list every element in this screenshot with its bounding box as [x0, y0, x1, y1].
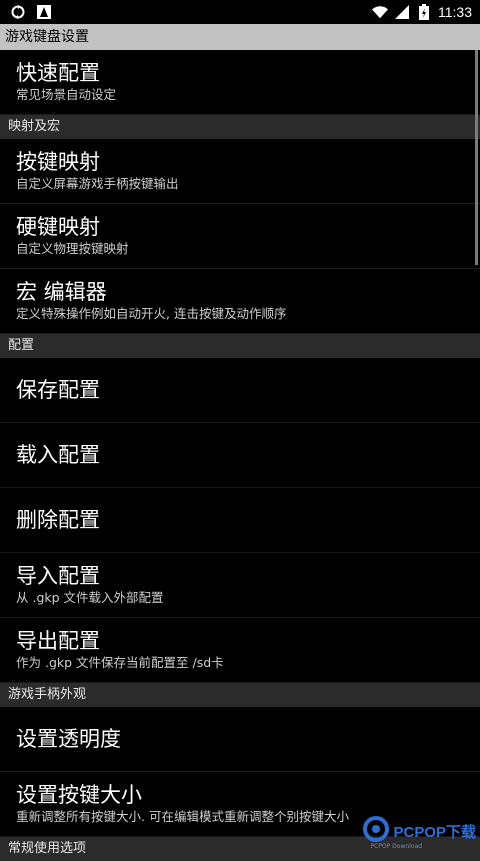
quick-config-item[interactable]: 快速配置 常见场景自动设定 — [0, 50, 480, 115]
battery-icon — [416, 4, 432, 20]
item-title: 硬键映射 — [16, 215, 100, 239]
section-header-mapping: 映射及宏 — [0, 115, 480, 139]
watermark-logo-icon — [363, 816, 390, 846]
settings-list[interactable]: 快速配置 常见场景自动设定 映射及宏 按键映射 自定义屏幕游戏手柄按键输出 硬键… — [0, 50, 480, 861]
section-header-config: 配置 — [0, 334, 480, 358]
item-subtitle: 自定义屏幕游戏手柄按键输出 — [16, 176, 179, 191]
item-subtitle: 定义特殊操作例如自动开火, 连击按键及动作顺序 — [16, 306, 287, 321]
item-title: 按键映射 — [16, 150, 100, 174]
app-icon — [36, 4, 52, 20]
item-subtitle: 常见场景自动设定 — [16, 87, 117, 102]
item-title: 宏 编辑器 — [16, 280, 107, 304]
item-subtitle: 从 .gkp 文件载入外部配置 — [16, 590, 164, 605]
status-bar: 11:33 — [0, 0, 480, 24]
save-config-item[interactable]: 保存配置 — [0, 358, 480, 423]
item-subtitle: 作为 .gkp 文件保存当前配置至 /sd卡 — [16, 655, 224, 670]
signal-icon — [394, 4, 410, 20]
clock: 11:33 — [438, 4, 472, 20]
item-subtitle: 自定义物理按键映射 — [16, 241, 129, 256]
item-title: 载入配置 — [16, 443, 100, 467]
item-title: 导出配置 — [16, 629, 100, 653]
hard-key-mapping-item[interactable]: 硬键映射 自定义物理按键映射 — [0, 204, 480, 269]
import-config-item[interactable]: 导入配置 从 .gkp 文件载入外部配置 — [0, 553, 480, 618]
item-title: 设置透明度 — [16, 727, 121, 751]
item-title: 设置按键大小 — [16, 783, 142, 807]
scrollbar[interactable] — [475, 50, 478, 265]
delete-config-item[interactable]: 删除配置 — [0, 488, 480, 553]
item-title: 快速配置 — [16, 61, 100, 85]
key-mapping-item[interactable]: 按键映射 自定义屏幕游戏手柄按键输出 — [0, 139, 480, 204]
transparency-item[interactable]: 设置透明度 — [0, 707, 480, 772]
item-title: 导入配置 — [16, 564, 100, 588]
load-config-item[interactable]: 载入配置 — [0, 423, 480, 488]
item-title: 保存配置 — [16, 378, 100, 402]
section-header-appearance: 游戏手柄外观 — [0, 683, 480, 707]
export-config-item[interactable]: 导出配置 作为 .gkp 文件保存当前配置至 /sd卡 — [0, 618, 480, 683]
sync-icon — [10, 4, 26, 20]
watermark: PCPOP下载 PCPOP Download — [363, 816, 476, 850]
watermark-subtext: PCPOP Download — [370, 843, 423, 850]
item-title: 删除配置 — [16, 508, 100, 532]
watermark-text: PCPOP下载 — [393, 823, 476, 841]
macro-editor-item[interactable]: 宏 编辑器 定义特殊操作例如自动开火, 连击按键及动作顺序 — [0, 269, 480, 334]
page-title: 游戏键盘设置 — [0, 24, 480, 50]
wifi-icon — [372, 4, 388, 20]
